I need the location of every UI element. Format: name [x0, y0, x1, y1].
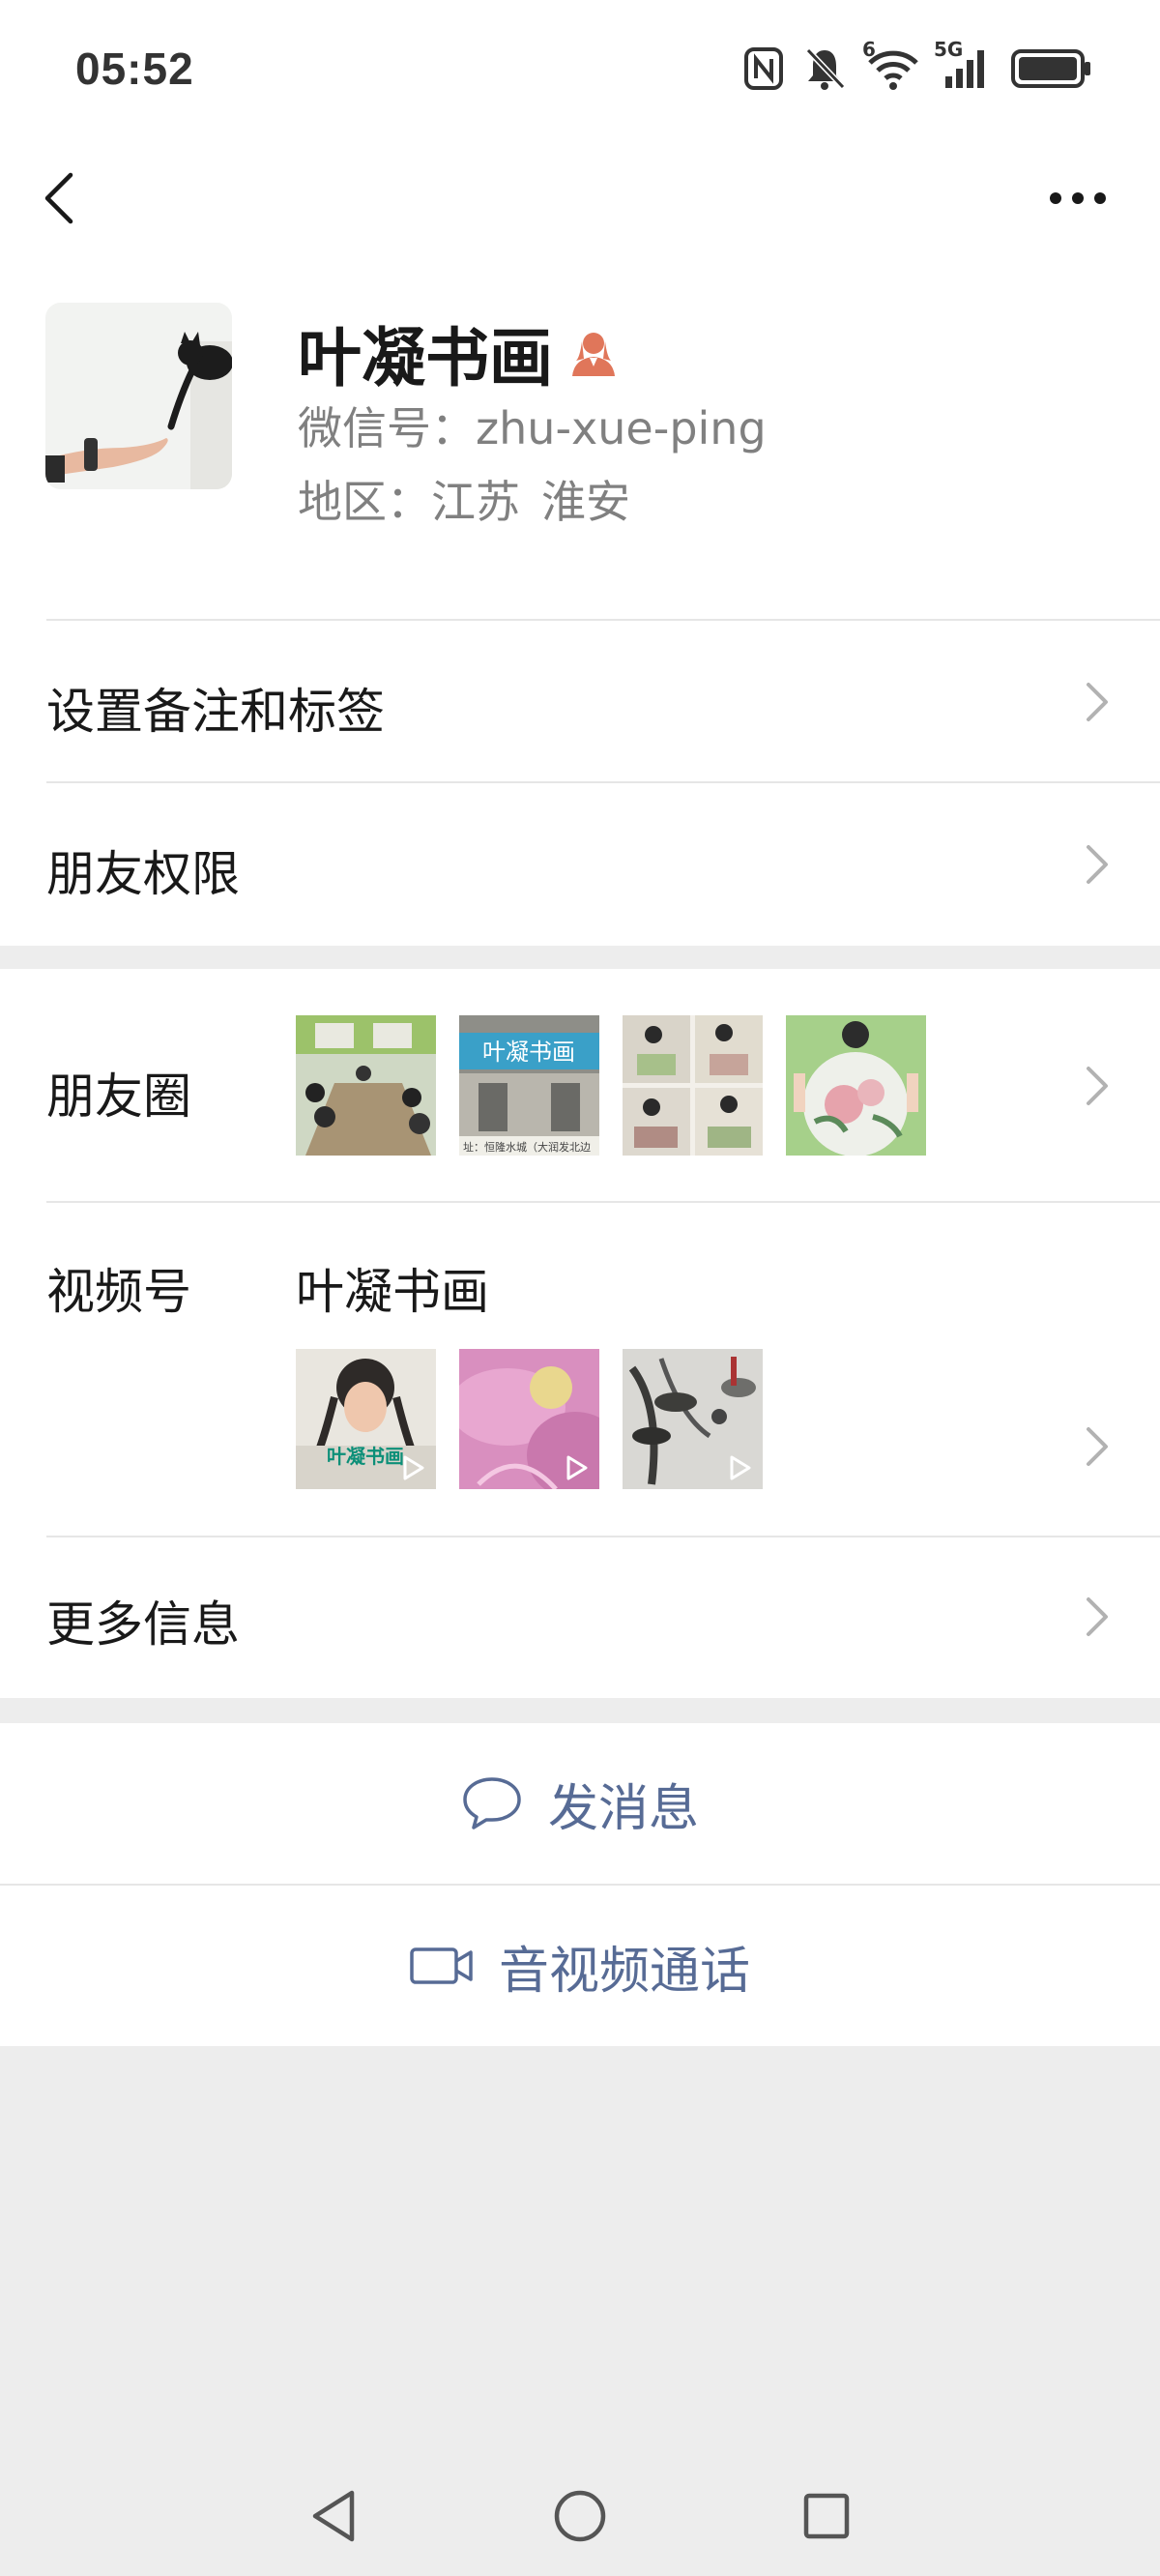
nav-bar	[0, 140, 1160, 285]
back-button[interactable]	[29, 155, 87, 242]
chevron-right-icon	[1087, 1067, 1108, 1105]
friend-permissions-label: 朋友权限	[46, 846, 240, 902]
row-remark-tags[interactable]: 设置备注和标签	[0, 619, 1160, 783]
region-city: 淮安	[541, 476, 630, 528]
nav-back-button[interactable]	[295, 2477, 372, 2555]
signal-5g-icon: 5G	[934, 38, 990, 90]
profile-header: 叶凝书画 微信号：zhu-xue-ping 地区：江苏 淮安	[0, 285, 1160, 619]
channel-video-thumb[interactable]	[459, 1349, 599, 1489]
circle-home-icon	[554, 2490, 606, 2542]
network-label: 5G	[934, 38, 964, 61]
channel-video-thumb[interactable]: 叶凝书画	[296, 1349, 436, 1489]
row-friend-permissions[interactable]: 朋友权限	[0, 781, 1160, 946]
region-province: 江苏	[431, 476, 520, 528]
more-dots-icon	[1050, 192, 1106, 204]
battery-icon	[1011, 48, 1092, 89]
channel-video-thumb[interactable]	[623, 1349, 763, 1489]
nav-home-button[interactable]	[541, 2477, 619, 2555]
row-moments[interactable]: 朋友圈 叶凝书画 址：恒隆水城（大润发北边	[0, 969, 1160, 1203]
nfc-icon	[744, 47, 783, 90]
video-camera-icon	[410, 1947, 473, 1984]
moments-label: 朋友圈	[46, 1068, 191, 1125]
moments-thumb[interactable]	[296, 1015, 436, 1156]
chat-bubble-icon	[463, 1777, 521, 1830]
status-icons: 6 5G	[744, 38, 1092, 93]
divider	[46, 1536, 1160, 1537]
play-icon	[403, 1455, 424, 1480]
divider	[46, 781, 1160, 783]
channels-thumbnails: 叶凝书画	[296, 1349, 763, 1489]
mute-icon	[804, 46, 845, 91]
status-time: 05:52	[75, 44, 194, 94]
send-message-button[interactable]: 发消息	[0, 1723, 1160, 1884]
chevron-right-icon	[1087, 845, 1108, 884]
square-recents-icon	[803, 2493, 850, 2539]
row-channels[interactable]: 视频号 叶凝书画 叶凝书画	[0, 1201, 1160, 1537]
row-more-info[interactable]: 更多信息	[0, 1536, 1160, 1698]
shop-sign-text: 叶凝书画	[482, 1039, 575, 1066]
moments-thumb[interactable]	[623, 1015, 763, 1156]
nav-recents-button[interactable]	[788, 2477, 865, 2555]
remark-tags-label: 设置备注和标签	[46, 684, 385, 740]
video-call-label: 音视频通话	[498, 1942, 750, 2001]
status-bar: 05:52 6 5G	[0, 0, 1160, 140]
system-nav-bar	[0, 2456, 1160, 2576]
video-call-button[interactable]: 音视频通话	[0, 1886, 1160, 2046]
back-chevron-icon	[44, 172, 73, 224]
play-icon	[566, 1455, 588, 1480]
wifi-badge: 6	[862, 38, 876, 61]
contact-name: 叶凝书画	[298, 321, 553, 395]
chevron-right-icon	[1087, 1597, 1108, 1636]
chevron-right-icon	[1087, 683, 1108, 721]
shop-address-text: 址：恒隆水城（大润发北边	[463, 1140, 591, 1154]
female-user-icon	[570, 328, 617, 378]
wechat-id: 微信号：zhu-xue-ping	[298, 402, 767, 454]
moments-thumb[interactable]: 叶凝书画 址：恒隆水城（大润发北边	[459, 1015, 599, 1156]
name-row: 叶凝书画	[298, 307, 617, 399]
more-info-label: 更多信息	[46, 1596, 240, 1653]
region: 地区：江苏 淮安	[298, 467, 630, 531]
channels-name: 叶凝书画	[296, 1264, 489, 1320]
divider	[46, 1201, 1160, 1203]
triangle-back-icon	[312, 2490, 355, 2542]
chevron-right-icon	[1087, 1427, 1108, 1466]
region-label: 地区：	[298, 476, 431, 528]
more-button[interactable]	[1044, 160, 1112, 237]
wifi-6-icon: 6	[862, 38, 920, 90]
send-message-label: 发消息	[547, 1779, 699, 1838]
moments-thumb[interactable]	[786, 1015, 926, 1156]
moments-thumbnails: 叶凝书画 址：恒隆水城（大润发北边	[296, 1015, 926, 1156]
divider	[46, 619, 1160, 621]
video-overlay-text: 叶凝书画	[327, 1445, 404, 1468]
channels-label: 视频号	[46, 1264, 191, 1320]
avatar[interactable]	[45, 303, 232, 489]
play-icon	[730, 1455, 751, 1480]
